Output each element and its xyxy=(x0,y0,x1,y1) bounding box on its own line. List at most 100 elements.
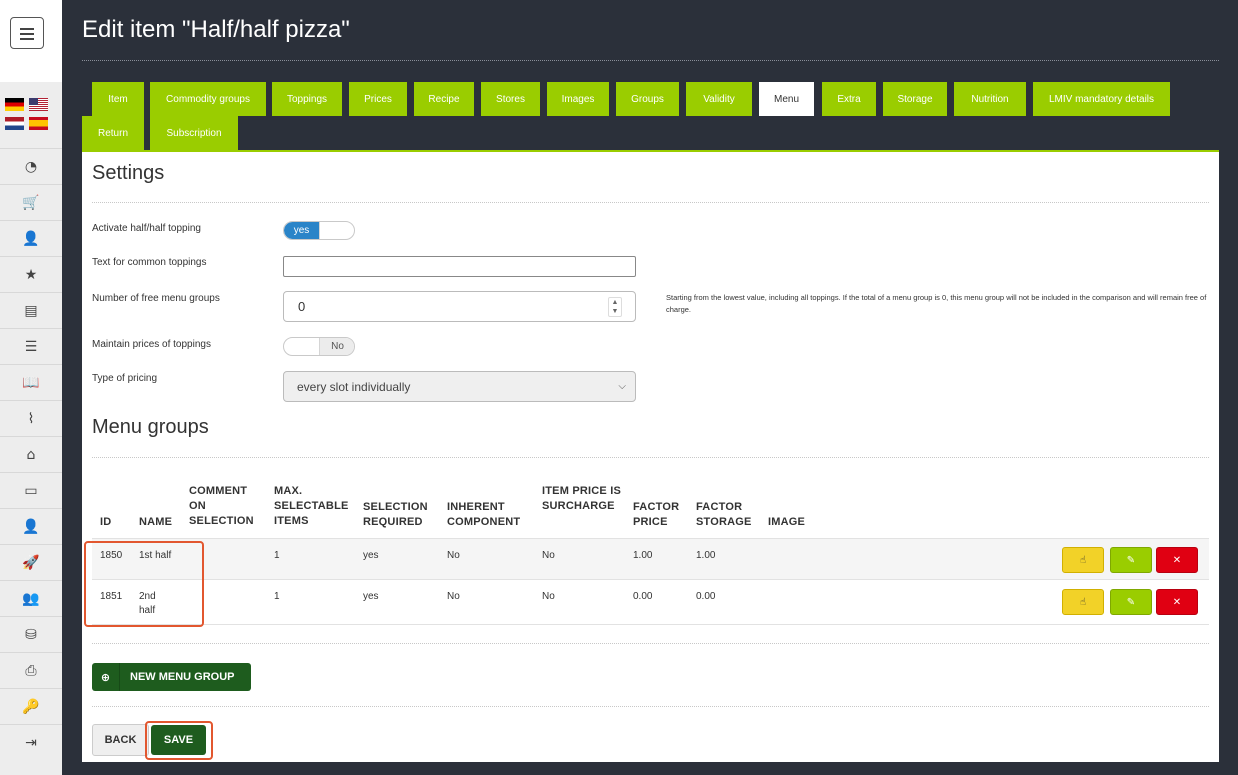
content-panel: Settings Activate half/half topping yes … xyxy=(82,150,1219,762)
tab-groups[interactable]: Groups xyxy=(616,82,679,116)
sidebar-item-dashboard[interactable]: ◔ xyxy=(0,148,62,184)
tab-commodity-groups[interactable]: Commodity groups xyxy=(150,82,266,116)
tab-stores[interactable]: Stores xyxy=(481,82,540,116)
cell-inherent: No xyxy=(447,550,460,561)
tab-return[interactable]: Return xyxy=(82,116,144,150)
new-menu-group-label: NEW MENU GROUP xyxy=(130,671,235,683)
cell-factor-price: 1.00 xyxy=(633,550,653,561)
annotation-highlight xyxy=(145,721,213,760)
menu-toggle-button[interactable] xyxy=(10,17,44,49)
sidebar-item-database[interactable]: ⛁ xyxy=(0,616,62,652)
sidebar-item-cart[interactable]: 🛒 xyxy=(0,184,62,220)
cell-max: 1 xyxy=(274,591,280,602)
tab-images[interactable]: Images xyxy=(547,82,609,116)
flag-spanish-icon[interactable] xyxy=(29,117,48,130)
tab-nutrition[interactable]: Nutrition xyxy=(954,82,1026,116)
tab-recipe[interactable]: Recipe xyxy=(414,82,474,116)
sidebar-item-rocket[interactable]: 🚀 xyxy=(0,544,62,580)
maintain-prices-toggle[interactable]: No xyxy=(283,337,355,356)
flag-german-icon[interactable] xyxy=(5,98,24,111)
archive-icon: ▤ xyxy=(24,302,38,319)
cell-required: yes xyxy=(363,591,379,602)
users-icon: 👥 xyxy=(22,590,40,607)
items-button[interactable]: ☝ xyxy=(1062,547,1104,573)
edit-button[interactable]: ✎ xyxy=(1110,589,1152,615)
edit-button[interactable]: ✎ xyxy=(1110,547,1152,573)
toggle-no-label: No xyxy=(319,338,354,355)
sidebar-item-logout[interactable]: ⇥ xyxy=(0,724,62,760)
table-row: 1851 2nd half 1 yes No No 0.00 0.00 ☝ ✎ … xyxy=(92,580,1209,625)
tab-subscription[interactable]: Subscription xyxy=(150,116,238,150)
free-groups-input[interactable]: 0 ▲ ▼ xyxy=(283,291,636,322)
cell-surcharge: No xyxy=(542,550,555,561)
close-icon: ✕ xyxy=(1172,554,1182,566)
tab-prices[interactable]: Prices xyxy=(349,82,407,116)
col-header-inherent: INHERENT COMPONENT xyxy=(447,501,521,528)
hand-pointer-icon: ☝ xyxy=(1079,554,1087,566)
sidebar-item-home[interactable]: ⌂ xyxy=(0,436,62,472)
flag-dutch-icon[interactable] xyxy=(5,117,24,130)
col-header-max: MAX. SELECTABLE ITEMS xyxy=(274,485,349,527)
number-stepper[interactable]: ▲ ▼ xyxy=(608,297,622,317)
sidebar-item-archive[interactable]: ▤ xyxy=(0,292,62,328)
activate-half-label: Activate half/half topping xyxy=(92,223,201,234)
header-divider xyxy=(82,60,1219,61)
page-title: Edit item "Half/half pizza" xyxy=(82,16,350,43)
sidebar-item-book[interactable]: 📖 xyxy=(0,364,62,400)
back-button[interactable]: BACK xyxy=(92,724,149,756)
col-header-factor-storage: FACTOR STORAGE xyxy=(696,501,752,528)
free-groups-help: Starting from the lowest value, includin… xyxy=(666,293,1207,314)
key-icon: 🔑 xyxy=(22,698,40,715)
tab-extra[interactable]: Extra xyxy=(822,82,876,116)
sidebar-item-list[interactable]: ☰ xyxy=(0,328,62,364)
sidebar-item-add-user[interactable]: 👤 xyxy=(0,220,62,256)
flag-english-icon[interactable] xyxy=(29,98,48,111)
sidebar-item-star[interactable]: ★ xyxy=(0,256,62,292)
settings-title: Settings xyxy=(92,162,165,184)
tab-validity[interactable]: Validity xyxy=(686,82,752,116)
book-icon: 📖 xyxy=(22,374,40,391)
divider xyxy=(92,706,1209,707)
sidebar-item-monitor[interactable]: ▭ xyxy=(0,472,62,508)
divider xyxy=(92,457,1209,458)
sidebar-item-key[interactable]: 🔑 xyxy=(0,688,62,724)
star-icon: ★ xyxy=(24,266,38,283)
common-toppings-input[interactable] xyxy=(283,256,636,277)
activate-half-toggle[interactable]: yes xyxy=(283,221,355,240)
cell-factor-storage: 0.00 xyxy=(696,591,716,602)
plus-circle-icon: ⊕ xyxy=(92,663,120,691)
maintain-prices-label: Maintain prices of toppings xyxy=(92,339,211,350)
sidebar-item-chart[interactable]: ⌇ xyxy=(0,400,62,436)
sidebar-header xyxy=(0,0,62,82)
col-header-comment: COMMENT ON SELECTION xyxy=(189,485,254,527)
sidebar-item-user[interactable]: 👤 xyxy=(0,508,62,544)
items-button[interactable]: ☝ xyxy=(1062,589,1104,615)
delete-button[interactable]: ✕ xyxy=(1156,547,1198,573)
pricing-type-value: every slot individually xyxy=(297,379,411,394)
cell-max: 1 xyxy=(274,550,280,561)
toggle-yes-label: yes xyxy=(284,222,319,239)
printer-icon: ⎙ xyxy=(25,662,37,679)
common-toppings-label: Text for common toppings xyxy=(92,257,207,268)
sidebar-item-printer[interactable]: ⎙ xyxy=(0,652,62,688)
tab-lmiv-mandatory-details[interactable]: LMIV mandatory details xyxy=(1033,82,1170,116)
tab-storage[interactable]: Storage xyxy=(883,82,947,116)
delete-button[interactable]: ✕ xyxy=(1156,589,1198,615)
divider xyxy=(92,202,1209,203)
chevron-down-icon: ⌵ xyxy=(618,381,626,392)
pencil-icon: ✎ xyxy=(1126,596,1136,608)
home-icon: ⌂ xyxy=(26,446,36,463)
pricing-type-select[interactable]: every slot individually ⌵ xyxy=(283,371,636,402)
add-user-icon: 👤 xyxy=(22,230,40,247)
sidebar-item-users[interactable]: 👥 xyxy=(0,580,62,616)
cell-required: yes xyxy=(363,550,379,561)
list-icon: ☰ xyxy=(24,338,38,355)
cell-inherent: No xyxy=(447,591,460,602)
tab-menu[interactable]: Menu xyxy=(759,82,814,116)
tab-item[interactable]: Item xyxy=(92,82,144,116)
new-menu-group-button[interactable]: ⊕ NEW MENU GROUP xyxy=(92,663,251,691)
tab-toppings[interactable]: Toppings xyxy=(272,82,342,116)
cart-icon: 🛒 xyxy=(22,194,40,211)
table-row: 1850 1st half 1 yes No No 1.00 1.00 ☝ ✎ … xyxy=(92,538,1209,580)
col-header-surcharge: ITEM PRICE IS SURCHARGE xyxy=(542,485,621,512)
